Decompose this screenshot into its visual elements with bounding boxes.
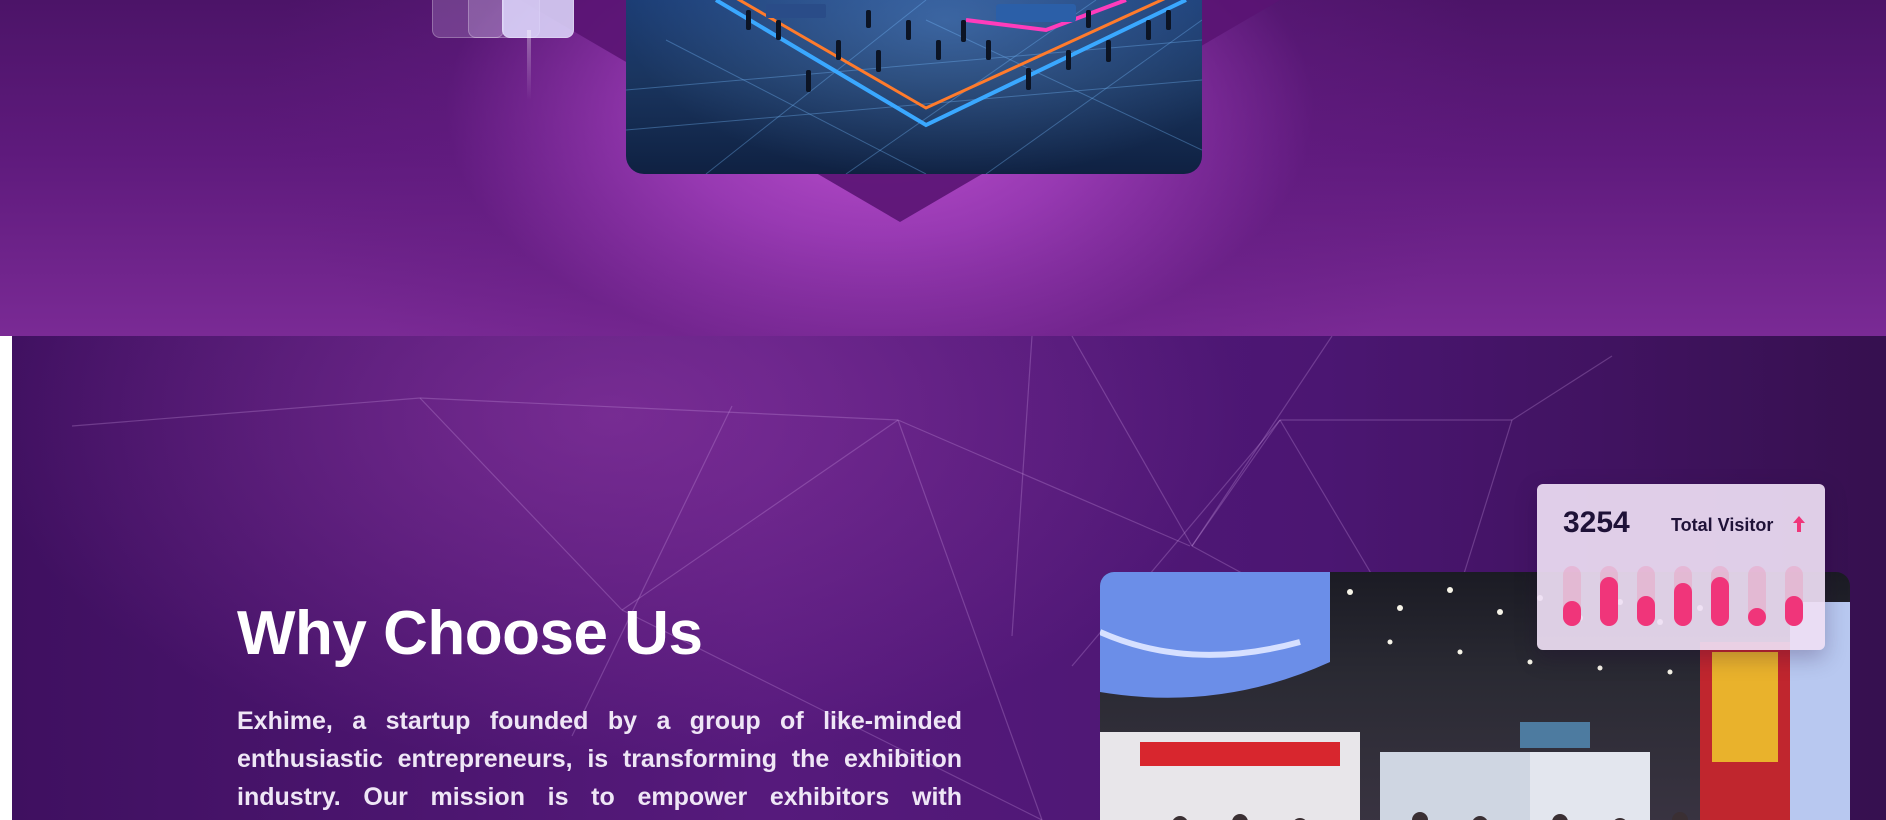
- hero-section: [0, 0, 1886, 336]
- visitor-bar-fill: [1711, 577, 1729, 626]
- left-edge-strip: [0, 336, 12, 820]
- visitor-bar-chart: [1563, 566, 1803, 626]
- light-streak-decoration: [527, 30, 531, 100]
- visitor-bar: [1600, 566, 1618, 626]
- visitor-bar: [1785, 566, 1803, 626]
- total-visitor-card: 3254 Total Visitor: [1537, 484, 1825, 650]
- visitor-bar-fill: [1563, 601, 1581, 626]
- visitor-bar: [1563, 566, 1581, 626]
- visitor-bar: [1674, 566, 1692, 626]
- visitor-count: 3254: [1563, 506, 1630, 539]
- glass-card-decoration: [502, 0, 574, 38]
- visitor-bar-fill: [1600, 577, 1618, 626]
- visitor-bar-fill: [1785, 596, 1803, 626]
- visitor-bar-fill: [1637, 596, 1655, 626]
- why-choose-us-section: Why Choose Us Exhime, a startup founded …: [12, 336, 1886, 820]
- expo-hall-illustration: [626, 0, 1202, 174]
- arrow-up-icon: [1793, 516, 1805, 532]
- section-description: Exhime, a startup founded by a group of …: [237, 707, 962, 811]
- visitor-bar: [1637, 566, 1655, 626]
- visitor-bar: [1711, 566, 1729, 626]
- visitor-bar: [1748, 566, 1766, 626]
- visitor-bar-fill: [1674, 583, 1692, 626]
- visitor-bar-fill: [1748, 608, 1766, 626]
- page: Why Choose Us Exhime, a startup founded …: [0, 0, 1886, 820]
- section-heading: Why Choose Us: [237, 599, 703, 668]
- visitor-label: Total Visitor: [1671, 515, 1774, 535]
